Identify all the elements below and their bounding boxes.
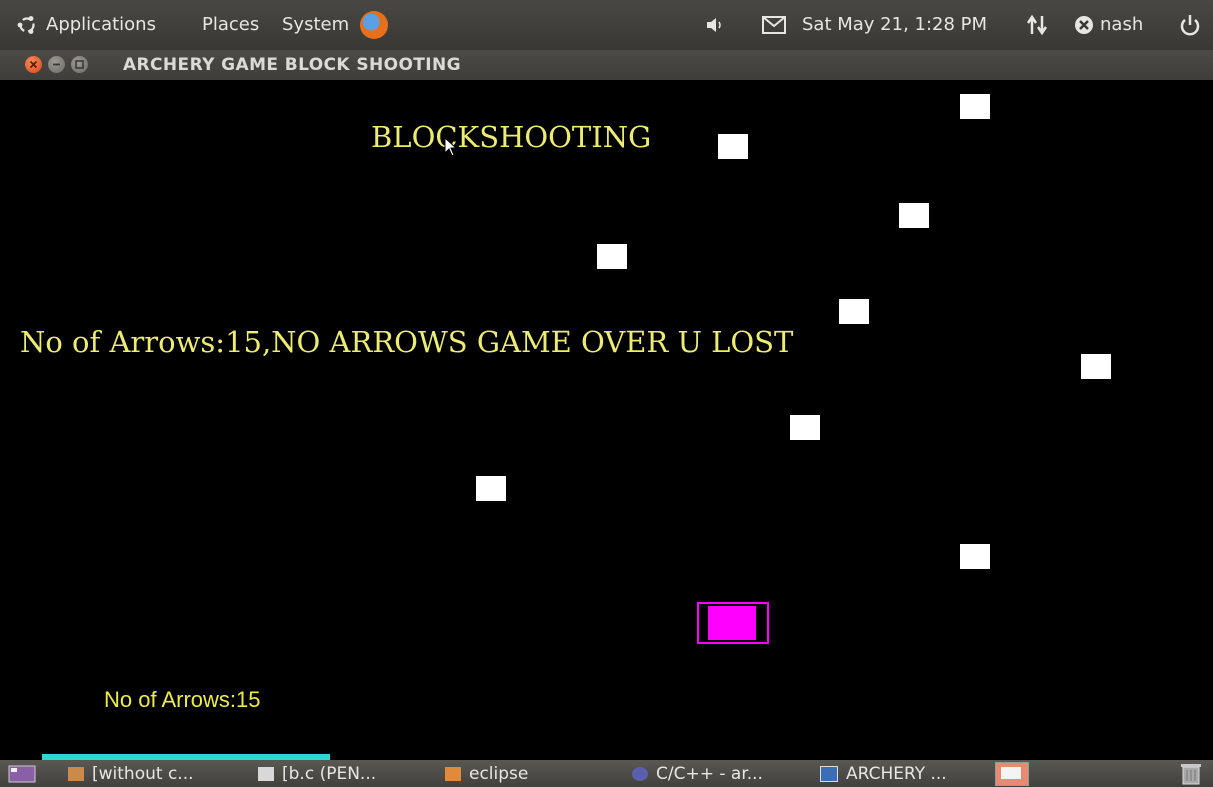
mail-icon[interactable]	[762, 16, 786, 34]
bottom-taskbar: [without c... [b.c (PEN... eclipse C/C++…	[0, 760, 1213, 787]
taskbar-item-b-c[interactable]: [b.c (PEN...	[258, 763, 376, 785]
user-status-icon[interactable]	[1074, 15, 1094, 35]
close-icon	[29, 60, 38, 69]
window-title: ARCHERY GAME BLOCK SHOOTING	[123, 55, 461, 75]
minimize-window-button[interactable]	[48, 56, 65, 73]
maximize-window-button[interactable]	[71, 56, 88, 73]
clock[interactable]: Sat May 21, 1:28 PM	[802, 13, 987, 37]
workspace-window	[1001, 767, 1021, 779]
user-name[interactable]: nash	[1100, 13, 1143, 37]
places-menu[interactable]: Places	[202, 13, 259, 37]
target-block	[790, 415, 820, 440]
taskbar-item-label: ARCHERY ...	[846, 764, 947, 784]
window-icon	[820, 766, 838, 782]
system-menu[interactable]: System	[282, 13, 349, 37]
target-block	[839, 299, 869, 324]
target-block	[476, 476, 506, 501]
applications-menu[interactable]: Applications	[46, 13, 156, 37]
ubuntu-logo-icon[interactable]	[16, 14, 38, 36]
folder-icon	[68, 767, 84, 781]
game-status-message: No of Arrows:15,NO ARROWS GAME OVER U LO…	[20, 325, 794, 359]
close-window-button[interactable]	[25, 56, 42, 73]
show-desktop-icon[interactable]	[8, 765, 36, 783]
game-canvas[interactable]: BLOCKSHOOTING No of Arrows:15,NO ARROWS …	[8, 80, 1213, 760]
workspace-switcher[interactable]	[995, 762, 1029, 786]
arrow-count: No of Arrows:15	[104, 687, 261, 712]
window-title-bar[interactable]: ARCHERY GAME BLOCK SHOOTING	[0, 50, 1213, 80]
folder-icon	[445, 767, 461, 781]
target-block	[960, 94, 990, 119]
taskbar-item-label: [without c...	[92, 764, 194, 784]
bow-body	[708, 606, 756, 640]
top-panel: Applications Places System Sat May 21, 1…	[0, 0, 1213, 50]
target-block	[718, 134, 748, 159]
target-block	[899, 203, 929, 228]
target-block	[960, 544, 990, 569]
taskbar-item-cpp-eclipse[interactable]: C/C++ - ar...	[632, 763, 763, 785]
game-title: BLOCKSHOOTING	[371, 120, 652, 154]
taskbar-item-eclipse[interactable]: eclipse	[445, 763, 528, 785]
taskbar-item-without-c[interactable]: [without c...	[68, 763, 194, 785]
archer-bow	[697, 602, 769, 644]
maximize-icon	[75, 60, 84, 69]
taskbar-item-archery[interactable]: ARCHERY ...	[820, 763, 947, 785]
taskbar-item-label: eclipse	[469, 764, 529, 784]
taskbar-item-label: [b.c (PEN...	[282, 764, 377, 784]
firefox-icon[interactable]	[360, 11, 388, 39]
minimize-icon	[53, 63, 60, 66]
network-icon[interactable]	[1026, 15, 1048, 35]
volume-icon[interactable]	[706, 17, 724, 33]
target-block	[597, 244, 627, 269]
trash-icon[interactable]	[1180, 762, 1202, 785]
power-icon[interactable]	[1180, 14, 1200, 36]
text-editor-icon	[258, 767, 274, 781]
eclipse-icon	[632, 767, 648, 781]
mouse-cursor-icon	[444, 137, 458, 157]
taskbar-item-label: C/C++ - ar...	[656, 764, 763, 784]
target-block	[1081, 354, 1111, 379]
